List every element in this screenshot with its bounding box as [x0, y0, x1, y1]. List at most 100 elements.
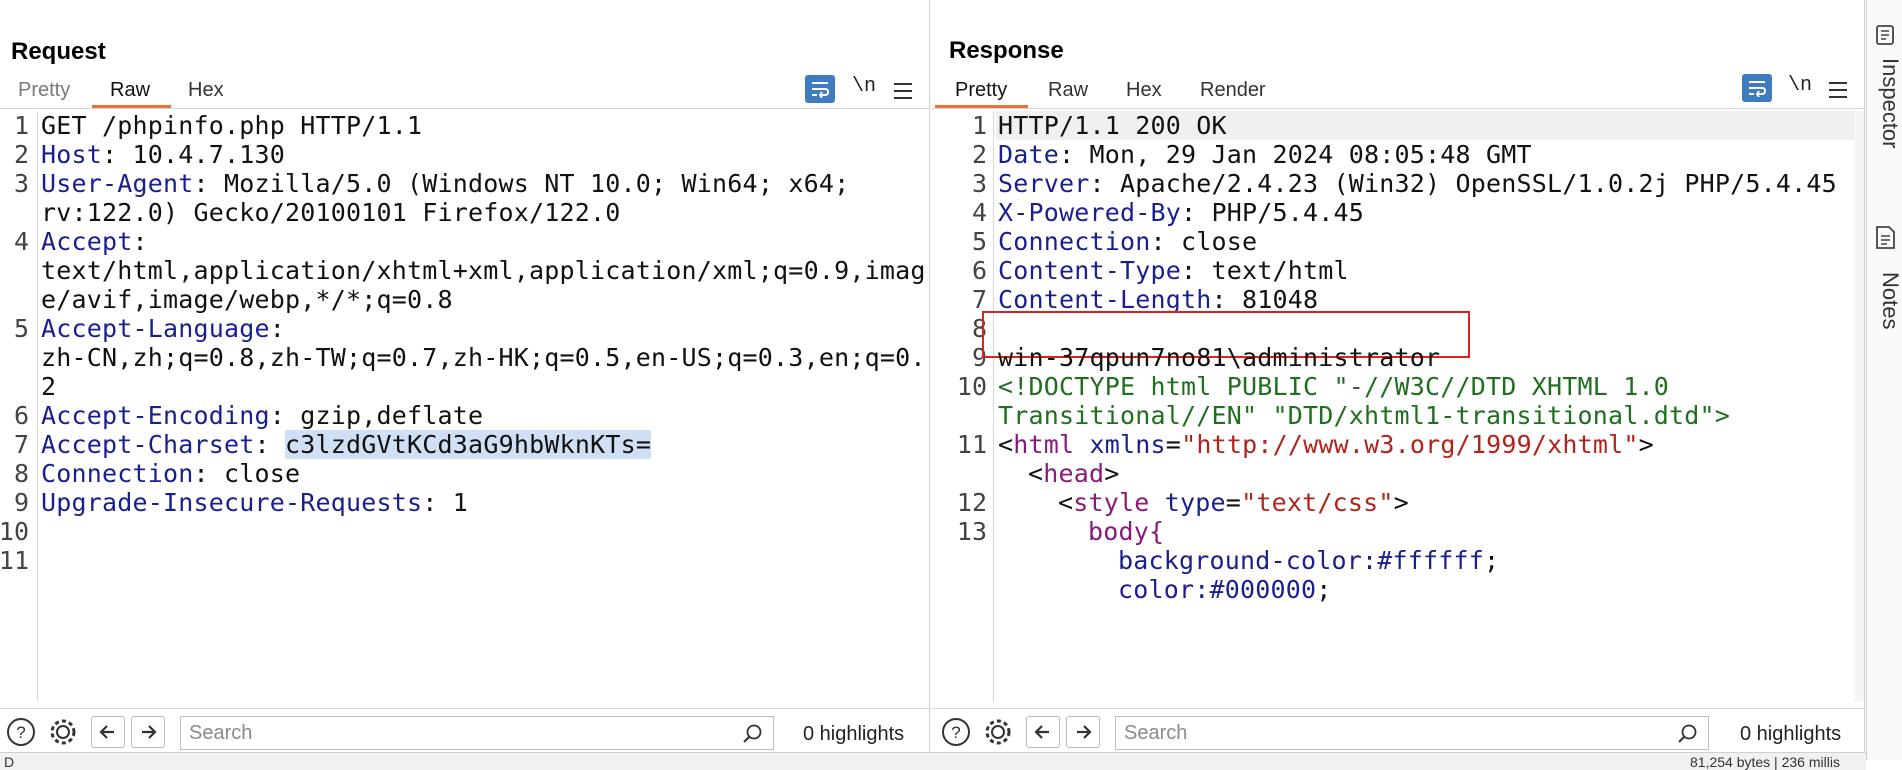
- header-value: : close: [1150, 227, 1258, 256]
- response-title: Response: [949, 37, 1064, 64]
- response-pane: Response Pretty Raw Hex Render \n 1 2 3 …: [932, 0, 1865, 752]
- bracket: >: [1104, 459, 1120, 488]
- http-message-editor: Request Pretty Raw Hex \n 1 2 3 4 5 6 7 …: [0, 0, 1902, 770]
- header-name: Connection: [41, 459, 194, 488]
- wrap-lines-icon[interactable]: [805, 75, 835, 103]
- help-icon[interactable]: ?: [6, 717, 36, 747]
- next-arrow-icon[interactable]: [131, 716, 165, 748]
- tab-raw[interactable]: Raw: [1048, 79, 1088, 102]
- highlights-count: 0 highlights: [803, 723, 905, 745]
- request-line: Accept-Language:: [41, 314, 285, 343]
- css-property: color: [1118, 575, 1195, 604]
- tab-hex[interactable]: Hex: [188, 79, 224, 102]
- line-number: 12: [956, 488, 987, 517]
- request-line: Accept-Encoding: gzip,deflate: [41, 401, 483, 430]
- request-editor[interactable]: 1 2 3 4 5 6 7 8 9 10 11 GET /phpinfo.php…: [0, 111, 929, 702]
- response-search-bar: ? 0 highlights: [932, 708, 1864, 752]
- inspector-icon: [1876, 25, 1894, 45]
- tab-pretty[interactable]: Pretty: [18, 79, 70, 102]
- line-number: 1: [13, 111, 29, 140]
- search-field[interactable]: [180, 716, 774, 750]
- settings-gear-icon[interactable]: [983, 717, 1013, 747]
- request-line: Accept:: [41, 227, 148, 256]
- vertical-scrollbar[interactable]: [1854, 111, 1864, 702]
- request-line: Upgrade-Insecure-Requests: 1: [41, 488, 468, 517]
- previous-arrow-icon[interactable]: [91, 716, 125, 748]
- attr-name: xmlns: [1074, 430, 1166, 459]
- css-value: :#ffffff: [1362, 546, 1485, 575]
- command-output: win-37qpun7no81\administrator: [998, 343, 1441, 372]
- next-arrow-icon[interactable]: [1066, 716, 1100, 748]
- right-sidebar: Inspector Notes: [1866, 0, 1902, 760]
- request-pane: Request Pretty Raw Hex \n 1 2 3 4 5 6 7 …: [0, 0, 930, 752]
- request-line: Connection: close: [41, 459, 300, 488]
- response-tabs: Pretty Raw Hex Render \n: [932, 74, 1864, 109]
- line-number: 13: [956, 517, 987, 546]
- status-line: HTTP/1.1 200 OK: [998, 111, 1227, 140]
- tab-pretty[interactable]: Pretty: [955, 79, 1007, 102]
- tab-hex[interactable]: Hex: [1126, 79, 1162, 102]
- bracket: <: [1028, 459, 1044, 488]
- tab-raw[interactable]: Raw: [110, 79, 150, 102]
- response-line: Content-Length: 81048: [998, 285, 1318, 314]
- line-number: 7: [13, 430, 29, 459]
- settings-gear-icon[interactable]: [48, 717, 78, 747]
- header-value: : Mon, 29 Jan 2024 08:05:48 GMT: [1059, 140, 1532, 169]
- line-gutter: 1 2 3 4 5 6 7 8 9 10 11: [0, 111, 38, 702]
- tag-name: style: [1073, 488, 1150, 517]
- line-gutter: 1 2 3 4 5 6 7 8 9 10 11 12 13: [932, 111, 994, 702]
- header-name: X-Powered-By: [998, 198, 1182, 227]
- header-name: Content-Type: [998, 256, 1182, 285]
- response-line: Content-Type: text/html: [998, 256, 1349, 285]
- header-value: : close: [193, 459, 301, 488]
- attr-value: "text/css": [1241, 488, 1394, 517]
- selected-payload[interactable]: c3lzdGVtKCd3aG9hbWknKTs=: [285, 430, 652, 459]
- status-bar: D 81,254 bytes | 236 millis: [0, 752, 1866, 770]
- response-editor[interactable]: 1 2 3 4 5 6 7 8 9 10 11 12 13 HTTP/1.1 2…: [932, 111, 1864, 702]
- css-declaration: background-color:#ffffff;: [1118, 546, 1500, 575]
- active-tab-indicator: [935, 105, 1028, 108]
- sidebar-item-notes[interactable]: Notes: [1867, 222, 1902, 352]
- header-value: :: [132, 227, 148, 256]
- html-tag-line: <head>: [1028, 459, 1120, 488]
- bracket: <: [998, 430, 1014, 459]
- menu-icon[interactable]: [1829, 82, 1847, 103]
- header-name: Server: [998, 169, 1090, 198]
- header-value: : 10.4.7.130: [102, 140, 286, 169]
- tab-render[interactable]: Render: [1200, 79, 1266, 102]
- line-number: 6: [13, 401, 29, 430]
- header-name: User-Agent: [41, 169, 194, 198]
- line-number: 10: [0, 517, 29, 546]
- status-left-text: D: [4, 754, 15, 770]
- search-field[interactable]: [1115, 716, 1709, 750]
- doctype-line: <!DOCTYPE html PUBLIC "-//W3C//DTD XHTML…: [998, 372, 1670, 401]
- previous-arrow-icon[interactable]: [1026, 716, 1060, 748]
- equals: =: [1225, 488, 1242, 517]
- wrap-lines-icon[interactable]: [1742, 74, 1772, 102]
- request-line: Host: 10.4.7.130: [41, 140, 285, 169]
- line-number: 7: [971, 285, 987, 314]
- css-value: :#000000: [1194, 575, 1317, 604]
- newline-toggle[interactable]: \n: [1788, 74, 1812, 97]
- search-input[interactable]: [181, 717, 685, 749]
- newline-toggle[interactable]: \n: [852, 75, 876, 98]
- bracket: <: [1058, 488, 1074, 517]
- sidebar-item-inspector[interactable]: Inspector: [1867, 20, 1902, 180]
- response-line: Connection: close: [998, 227, 1257, 256]
- line-number: 6: [971, 256, 987, 285]
- request-line-wrap: text/html,application/xhtml+xml,applicat…: [41, 256, 926, 285]
- doctype-line-wrap: Transitional//EN" "DTD/xhtml1-transition…: [998, 401, 1731, 430]
- header-value: : gzip,deflate: [269, 401, 484, 430]
- header-value: : Mozilla/5.0 (Windows NT 10.0; Win64; x…: [193, 169, 850, 198]
- css-property: background-color: [1118, 546, 1363, 575]
- header-value: : Apache/2.4.23 (Win32) OpenSSL/1.0.2j P…: [1089, 169, 1837, 198]
- header-value: : 1: [422, 488, 469, 517]
- search-input[interactable]: [1116, 717, 1620, 749]
- help-icon[interactable]: ?: [941, 717, 971, 747]
- svg-text:?: ?: [16, 723, 25, 742]
- html-tag-line: <style type="text/css">: [1058, 488, 1409, 517]
- search-icon: [743, 724, 762, 743]
- menu-icon[interactable]: [894, 83, 912, 104]
- line-number: 3: [13, 169, 29, 198]
- highlights-count: 0 highlights: [1740, 723, 1842, 745]
